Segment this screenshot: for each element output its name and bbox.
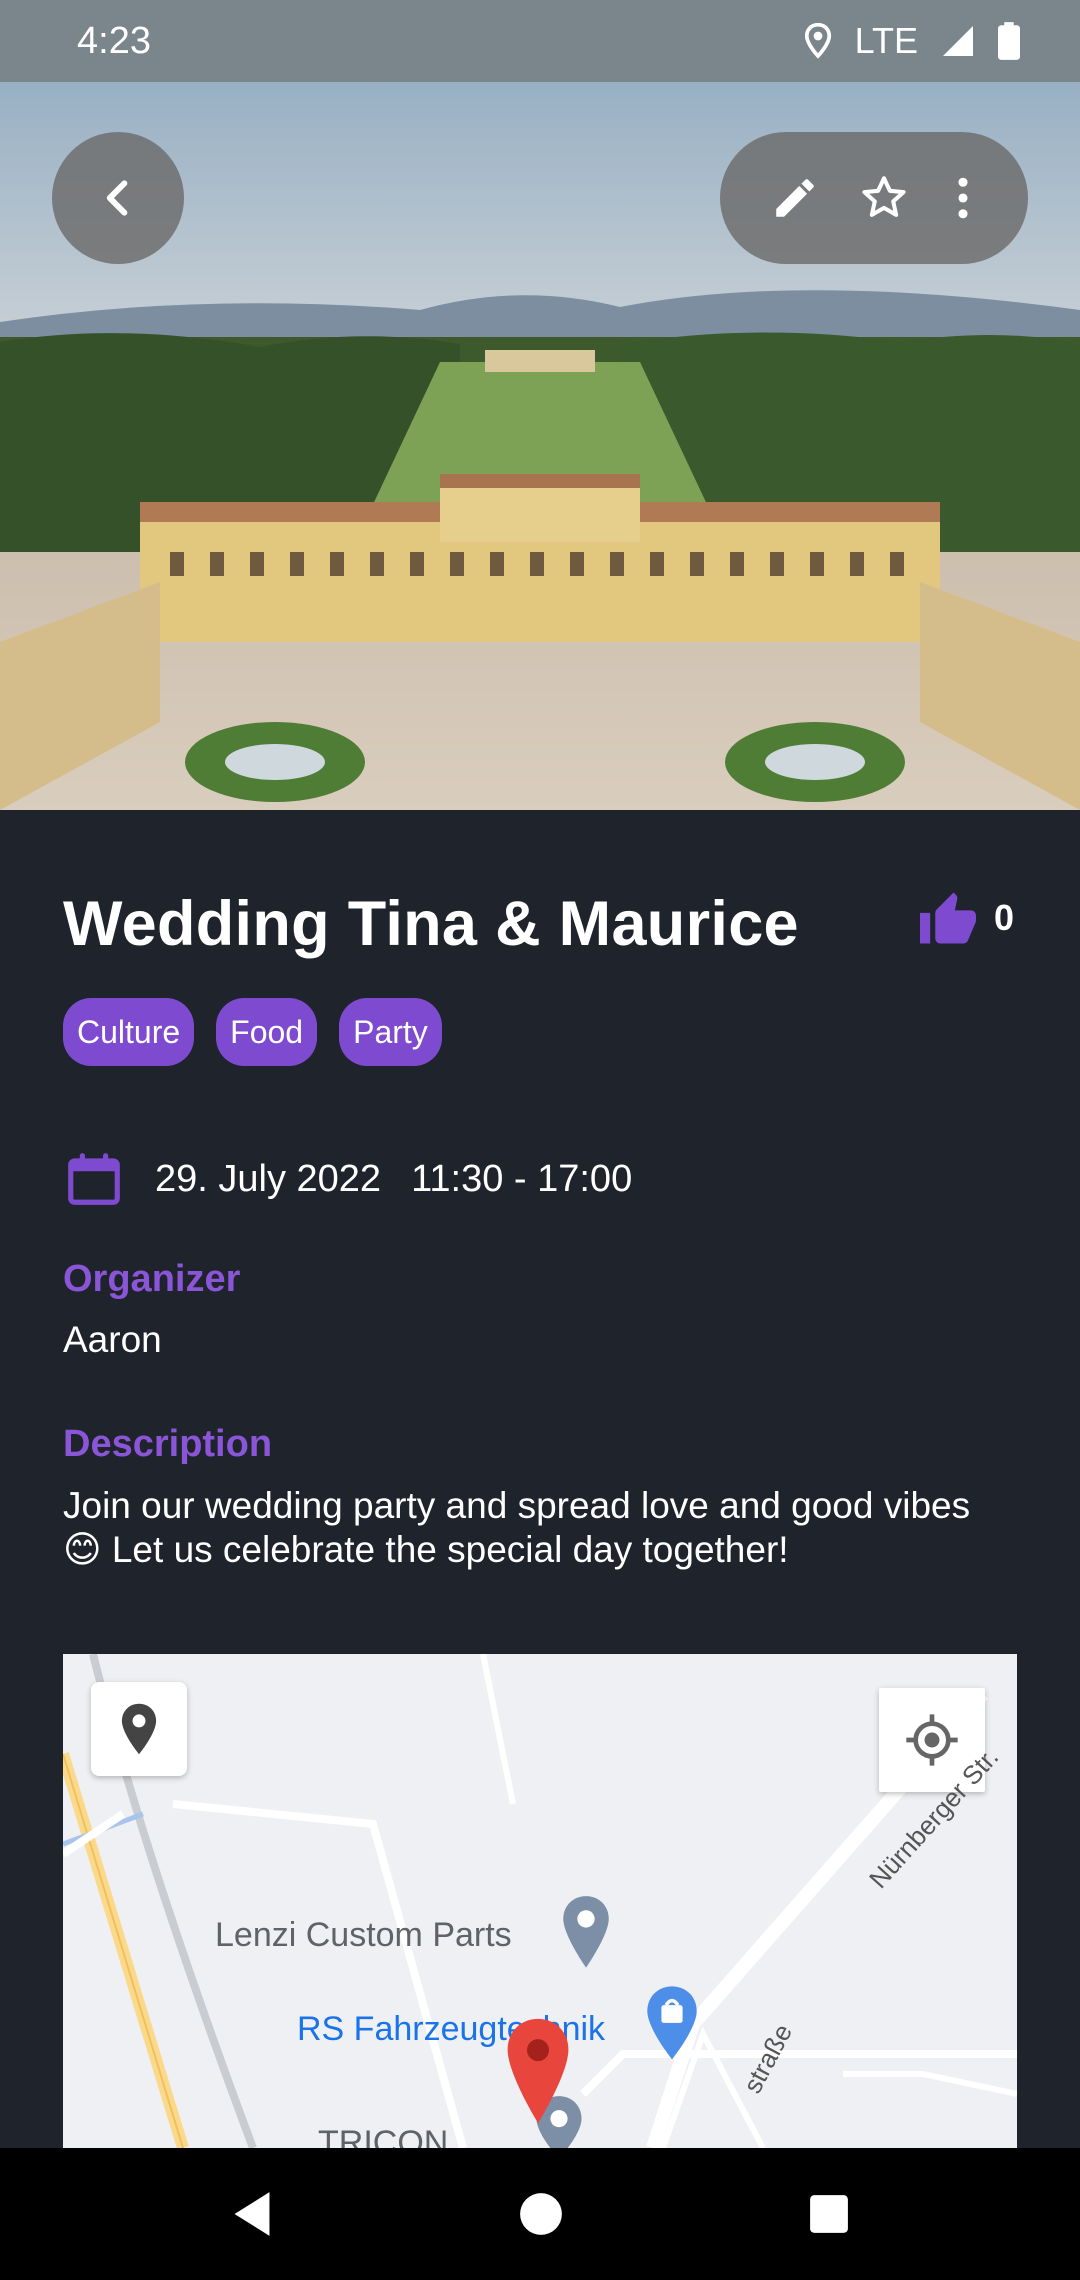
tag-party[interactable]: Party — [339, 998, 442, 1066]
tag-culture[interactable]: Culture — [63, 998, 195, 1066]
map-marker-button[interactable] — [91, 1682, 187, 1776]
like-count: 0 — [994, 897, 1015, 938]
thumb-up-icon — [920, 892, 976, 944]
event-date: 29. July 2022 — [155, 1157, 382, 1200]
back-arrow-icon — [106, 180, 128, 216]
more-options-button[interactable] — [938, 163, 988, 233]
event-actions-group — [720, 132, 1028, 264]
poi-label-tricon: TRICON — [318, 2124, 449, 2148]
organizer-label: Organizer — [63, 1258, 241, 1300]
nav-recents-icon[interactable] — [808, 2193, 850, 2235]
tag-list: Culture Food Party — [63, 998, 442, 1066]
description-line-1: Join our wedding party and spread love a… — [63, 1485, 971, 1526]
my-location-icon — [906, 1714, 958, 1766]
description-label: Description — [63, 1423, 273, 1465]
event-map[interactable]: Nürnberger Str. Lenzi Custom Parts RS Fa… — [63, 1654, 1017, 2148]
signal-icon — [943, 26, 973, 56]
battery-icon — [998, 22, 1020, 60]
nav-home-icon[interactable] — [519, 2192, 563, 2236]
organizer-name: Aaron — [63, 1319, 162, 1360]
more-vert-icon — [958, 177, 968, 219]
system-nav-bar — [0, 2148, 1080, 2280]
nav-back-icon[interactable] — [230, 2190, 274, 2238]
status-bar: 4:23 LTE — [0, 0, 1080, 82]
like-button[interactable]: 0 — [916, 890, 1014, 946]
status-time: 4:23 — [77, 20, 151, 62]
poi-pin-gray-icon — [563, 1896, 609, 1968]
location-status-icon — [804, 23, 831, 59]
status-icons: LTE — [803, 16, 1020, 66]
shopping-pin-icon — [647, 1986, 697, 2060]
event-time: 11:30 - 17:00 — [411, 1157, 633, 1200]
location-pin-icon — [121, 1703, 157, 1755]
description-line-2: 😊 Let us celebrate the special day toget… — [63, 1529, 789, 1570]
event-title: Wedding Tina & Maurice — [63, 889, 799, 959]
back-button[interactable] — [52, 132, 184, 264]
edit-icon — [775, 179, 814, 217]
calendar-icon — [68, 1153, 120, 1205]
event-date-row: 29. July 2022 11:30 - 17:00 — [63, 1148, 632, 1210]
description-text: Join our wedding party and spread love a… — [63, 1484, 1023, 1572]
favorite-button[interactable] — [849, 163, 919, 233]
poi-label-lenzi: Lenzi Custom Parts — [215, 1916, 512, 1954]
network-type: LTE — [854, 20, 918, 61]
tag-food[interactable]: Food — [216, 998, 318, 1066]
event-location-marker-icon[interactable] — [503, 2016, 573, 2126]
star-icon — [862, 176, 906, 217]
edit-button[interactable] — [760, 163, 830, 233]
